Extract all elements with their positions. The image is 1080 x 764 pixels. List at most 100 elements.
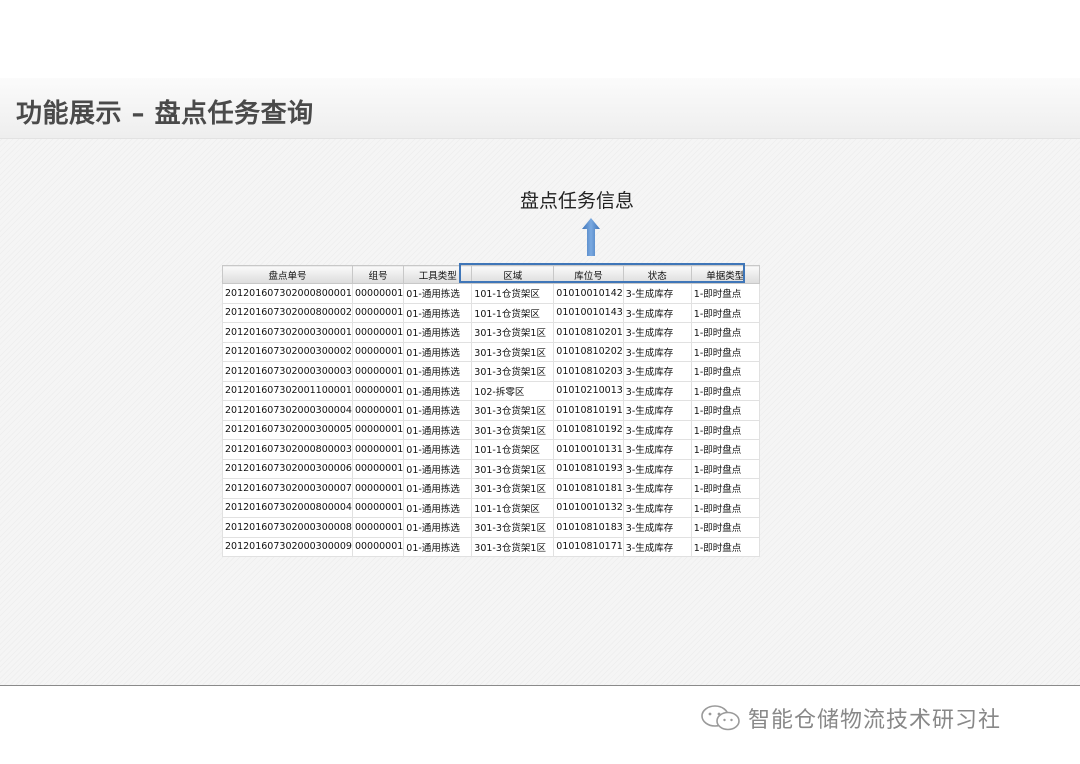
table-cell: 00000001 <box>351 478 405 499</box>
table-row[interactable]: 201201607302000300007 00000001 01-通用拣选 301-… <box>222 478 760 499</box>
table-cell: 01-通用拣选 <box>403 458 473 479</box>
table-cell: 301-3仓货架1区 <box>471 419 555 440</box>
table-cell: 1-即时盘点 <box>690 302 760 323</box>
table-cell: 201201607302000300005 <box>222 419 353 440</box>
table-row[interactable]: 201201607302000300006 00000001 01-通用拣选 301-… <box>222 458 760 479</box>
table-cell: 01-通用拣选 <box>403 380 473 401</box>
table-cell: 3-生成库存 <box>622 361 692 382</box>
table-cell: 1-即时盘点 <box>690 497 760 518</box>
table-cell: 3-生成库存 <box>622 419 692 440</box>
table-cell: 01010810171 <box>553 536 624 557</box>
table-cell: 201201607302000800004 <box>222 497 353 518</box>
table-cell: 3-生成库存 <box>622 458 692 479</box>
table-cell: 102-拆零区 <box>471 380 555 401</box>
table-cell: 00000001 <box>351 302 405 323</box>
table-cell: 1-即时盘点 <box>690 341 760 362</box>
table-cell: 00000001 <box>351 400 405 421</box>
table-row[interactable]: 201201607302000300009 00000001 01-通用拣选 301-… <box>222 536 760 557</box>
up-arrow-icon <box>582 218 600 256</box>
table-cell: 01010810183 <box>553 517 624 538</box>
table-cell: 201201607302000300004 <box>222 400 353 421</box>
table-cell: 01010810193 <box>553 458 624 479</box>
table-cell: 01-通用拣选 <box>403 497 473 518</box>
watermark-text: 智能仓储物流技术研习社 <box>748 708 1002 733</box>
table-cell: 1-即时盘点 <box>690 361 760 382</box>
table-row[interactable]: 201201607302000800004 00000001 01-通用拣选 101-… <box>222 497 760 518</box>
table-cell: 201201607302000300001 <box>222 322 353 343</box>
table-cell: 201201607302000300003 <box>222 361 353 382</box>
column-header[interactable]: 库位号 <box>553 265 624 284</box>
table-row[interactable]: 201201607302000300005 00000001 01-通用拣选 301-… <box>222 419 760 440</box>
table-cell: 1-即时盘点 <box>690 458 760 479</box>
slide-title: 功能展示 – 盘点任务查询 <box>16 99 314 129</box>
table-row[interactable]: 201201607302000300008 00000001 01-通用拣选 301-… <box>222 517 760 538</box>
table-cell: 01-通用拣选 <box>403 478 473 499</box>
table-row[interactable]: 201201607302000300004 00000001 01-通用拣选 301-… <box>222 400 760 421</box>
column-header[interactable]: 组号 <box>351 265 405 284</box>
table-cell: 3-生成库存 <box>622 322 692 343</box>
table-cell: 301-3仓货架1区 <box>471 478 555 499</box>
table-cell: 1-即时盘点 <box>690 283 760 304</box>
table-cell: 3-生成库存 <box>622 283 692 304</box>
table-cell: 01010810191 <box>553 400 624 421</box>
table-cell: 00000001 <box>351 458 405 479</box>
table-cell: 101-1仓货架区 <box>471 497 555 518</box>
table-cell: 3-生成库存 <box>622 536 692 557</box>
table-cell: 00000001 <box>351 361 405 382</box>
table-cell: 101-1仓货架区 <box>471 283 555 304</box>
column-header[interactable]: 状态 <box>622 265 692 284</box>
table-row[interactable]: 201201607302001100001 00000001 01-通用拣选 102-… <box>222 380 760 401</box>
table-row[interactable]: 201201607302000300003 00000001 01-通用拣选 301-… <box>222 361 760 382</box>
table-cell: 3-生成库存 <box>622 341 692 362</box>
column-header[interactable]: 区域 <box>471 265 555 284</box>
table-cell: 01010810201 <box>553 322 624 343</box>
inventory-task-table: 盘点单号 组号 工具类型 区域 库位号 状态 单据类型 201201607302000800… <box>222 265 760 557</box>
table-body: 201201607302000800001 00000001 01-通用拣选 101-… <box>222 283 760 557</box>
column-header[interactable]: 盘点单号 <box>222 265 353 284</box>
table-cell: 1-即时盘点 <box>690 439 760 460</box>
table-cell: 101-1仓货架区 <box>471 439 555 460</box>
table-cell: 01010010132 <box>553 497 624 518</box>
table-cell: 01010010142 <box>553 283 624 304</box>
table-cell: 01010810203 <box>553 361 624 382</box>
table-cell: 00000001 <box>351 439 405 460</box>
table-cell: 201201607302000300009 <box>222 536 353 557</box>
table-cell: 01-通用拣选 <box>403 361 473 382</box>
table-cell: 301-3仓货架1区 <box>471 361 555 382</box>
table-cell: 01010210013 <box>553 380 624 401</box>
table-row[interactable]: 201201607302000300002 00000001 01-通用拣选 301-… <box>222 341 760 362</box>
table-cell: 01010810192 <box>553 419 624 440</box>
table-cell: 301-3仓货架1区 <box>471 322 555 343</box>
column-header[interactable]: 单据类型 <box>690 265 760 284</box>
table-row[interactable]: 201201607302000300001 00000001 01-通用拣选 301-… <box>222 322 760 343</box>
table-cell: 00000001 <box>351 497 405 518</box>
table-cell: 3-生成库存 <box>622 497 692 518</box>
table-cell: 3-生成库存 <box>622 517 692 538</box>
slide: 功能展示 – 盘点任务查询 盘点任务信息 盘点单号 组号 工具类型 区域 库位号 状态 单据… <box>0 78 1080 686</box>
table-cell: 01-通用拣选 <box>403 283 473 304</box>
table-cell: 1-即时盘点 <box>690 380 760 401</box>
table-cell: 201201607302000800003 <box>222 439 353 460</box>
table-cell: 01-通用拣选 <box>403 302 473 323</box>
table-cell: 201201607302000300008 <box>222 517 353 538</box>
table-cell: 01-通用拣选 <box>403 419 473 440</box>
table-cell: 301-3仓货架1区 <box>471 400 555 421</box>
table-cell: 1-即时盘点 <box>690 419 760 440</box>
table-cell: 201201607302001100001 <box>222 380 353 401</box>
table-cell: 201201607302000800002 <box>222 302 353 323</box>
table-cell: 201201607302000300007 <box>222 478 353 499</box>
table-row[interactable]: 201201607302000800003 00000001 01-通用拣选 101-… <box>222 439 760 460</box>
table-cell: 00000001 <box>351 380 405 401</box>
column-header[interactable]: 工具类型 <box>403 265 473 284</box>
table-cell: 3-生成库存 <box>622 302 692 323</box>
table-row[interactable]: 201201607302000800002 00000001 01-通用拣选 101-… <box>222 302 760 323</box>
table-cell: 01-通用拣选 <box>403 439 473 460</box>
table-cell: 201201607302000800001 <box>222 283 353 304</box>
table-cell: 00000001 <box>351 283 405 304</box>
table-cell: 3-生成库存 <box>622 380 692 401</box>
table-cell: 01-通用拣选 <box>403 322 473 343</box>
table-cell: 301-3仓货架1区 <box>471 536 555 557</box>
table-cell: 201201607302000300006 <box>222 458 353 479</box>
table-row[interactable]: 201201607302000800001 00000001 01-通用拣选 101-… <box>222 283 760 304</box>
table-cell: 00000001 <box>351 536 405 557</box>
